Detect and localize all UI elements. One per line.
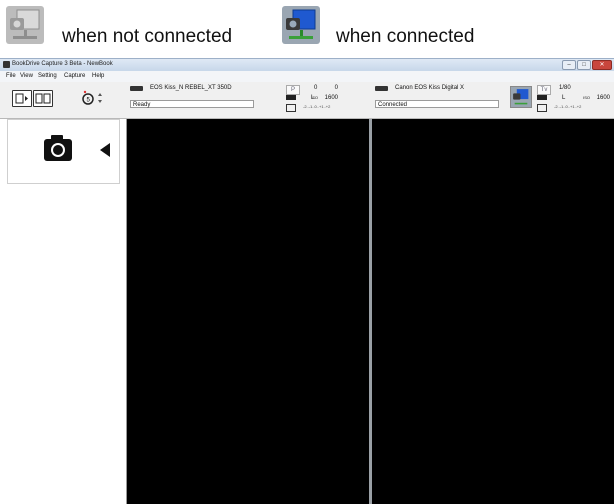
camera-status: Ready [130,100,254,108]
camera-connected-button[interactable] [510,86,532,108]
two-page-icon [35,93,51,104]
close-button[interactable]: ✕ [592,60,612,70]
single-page-view-button[interactable] [12,90,32,107]
menu-file[interactable]: File [6,73,16,79]
title-bar: BookDrive Capture 3 Beta - NewBook – □ ✕ [0,59,614,71]
svg-text:5: 5 [87,98,91,104]
menu-capture[interactable]: Capture [64,73,85,79]
rotate-icon: 5 [82,90,102,105]
connected-label: when connected [336,26,475,47]
shutter-value: 1/80 [559,85,571,91]
exposure-scale: -2..-1..0..+1..+2 [554,104,582,109]
menu-setting[interactable]: Setting [38,73,57,79]
legend: when not connected when connected [0,0,614,56]
camera-card[interactable] [7,119,120,184]
shooting-mode: P [286,85,300,95]
arrow-left-icon [100,143,110,157]
thumbnail-pane [0,119,127,504]
not-connected-label: when not connected [62,26,233,47]
two-page-view-button[interactable] [33,90,53,107]
battery-icon [286,95,296,100]
camera-rotate-button[interactable]: 5 [80,90,106,106]
toolbar: 5 EOS Kiss_N REBEL_XT 350D Ready P 0 0 L… [0,82,614,119]
maximize-button[interactable]: □ [577,60,591,70]
white-balance-icon [286,104,296,112]
camera-connected-icon [513,89,529,105]
camera-not-connected-icon [6,6,44,44]
aperture-value: 0 [334,85,338,91]
battery-icon [537,95,547,100]
shooting-mode: Tv [537,85,551,95]
camera-name: Canon EOS Kiss Digital X [395,85,465,91]
exposure-scale: -2..-1..0..+1..+2 [303,104,331,109]
app-icon [3,61,10,68]
camera-panel-right: Canon EOS Kiss Digital X Connected [375,82,505,118]
menu-bar: File View Setting Capture Help [0,71,614,82]
camera-connected-icon [282,6,320,44]
menu-help[interactable]: Help [92,73,104,79]
live-view-right[interactable] [372,119,614,504]
battery-icon [130,86,143,91]
white-balance-icon [537,104,547,112]
menu-view[interactable]: View [20,73,33,79]
camera-settings-right[interactable]: Tv 1/80 L ISO 1600 -2..-1..0..+1..+2 [537,85,612,115]
window-title: BookDrive Capture 3 Beta - NewBook [12,61,113,67]
iso-label: ISO [583,95,590,100]
single-page-icon [15,93,28,104]
battery-icon [375,86,388,91]
iso-value: 1600 [596,95,610,101]
app-window: BookDrive Capture 3 Beta - NewBook – □ ✕… [0,58,614,504]
shutter-value: 0 [314,85,318,91]
window-controls: – □ ✕ [562,60,612,70]
camera-status: Connected [375,100,499,108]
camera-name: EOS Kiss_N REBEL_XT 350D [150,85,232,91]
live-view-left[interactable] [127,119,369,504]
minimize-button[interactable]: – [562,60,576,70]
camera-panel-left: EOS Kiss_N REBEL_XT 350D Ready [130,82,260,118]
image-quality: L [562,95,566,101]
iso-label: ISO [311,95,318,100]
iso-value: 1600 [324,95,338,101]
camera-icon [44,135,110,161]
camera-settings-left[interactable]: P 0 0 L ISO 1600 -2..-1..0..+1..+2 [286,85,340,115]
